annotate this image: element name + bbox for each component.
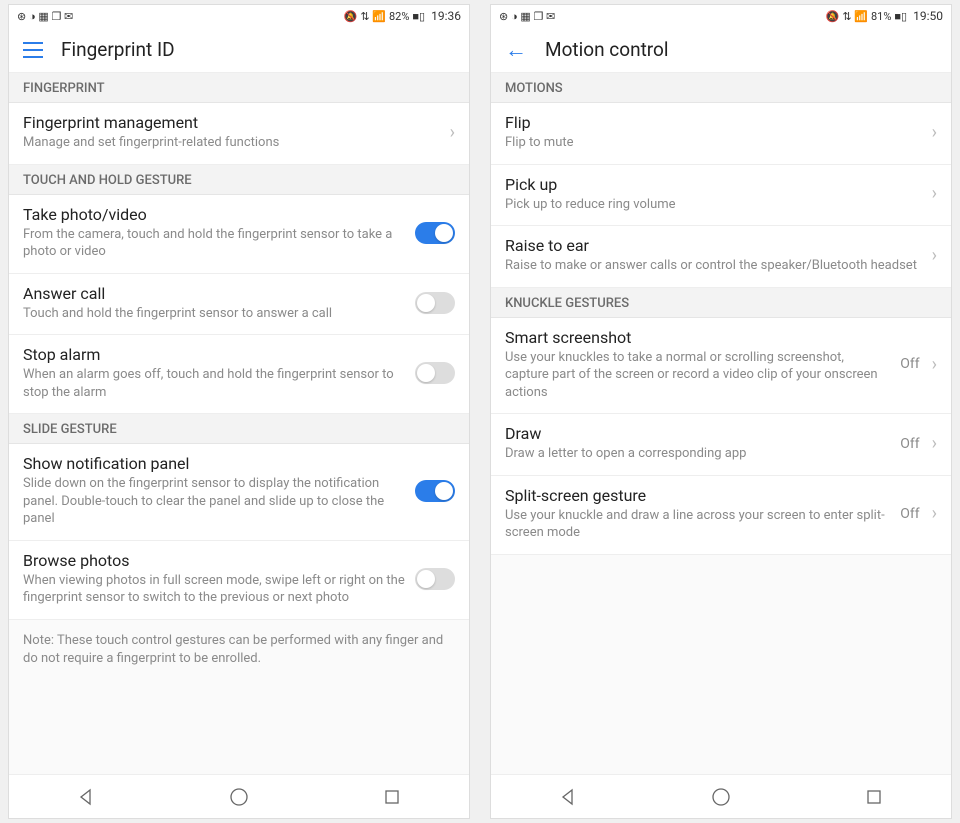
toggle-switch[interactable]	[415, 362, 455, 384]
row-stop-alarm[interactable]: Stop alarm When an alarm goes off, touch…	[9, 335, 469, 414]
row-browse-photos[interactable]: Browse photos When viewing photos in ful…	[9, 541, 469, 620]
content-area: MOTIONS Flip Flip to mute › Pick up Pick…	[491, 73, 951, 774]
row-raise-to-ear[interactable]: Raise to ear Raise to make or answer cal…	[491, 226, 951, 288]
row-split-screen[interactable]: Split-screen gesture Use your knuckle an…	[491, 476, 951, 555]
toggle-switch[interactable]	[415, 568, 455, 590]
content-area: FINGERPRINT Fingerprint management Manag…	[9, 73, 469, 774]
status-bar: ⊛ ◑ ▦ ❐ ✉ 🔕 ⇅ 📶 82% ■▯ 19:36	[9, 5, 469, 27]
status-right-icons: 🔕 ⇅ 📶 82% ■▯ 19:36	[344, 9, 461, 23]
row-value: Off	[900, 356, 919, 372]
system-navbar	[9, 774, 469, 818]
nav-back-button[interactable]	[558, 787, 578, 807]
section-header: MOTIONS	[491, 73, 951, 103]
status-bar: ⊛ ◑ ▦ ❐ ✉ 🔕 ⇅ 📶 81% ■▯ 19:50	[491, 5, 951, 27]
app-header: Fingerprint ID	[9, 27, 469, 73]
page-title: Fingerprint ID	[61, 38, 175, 61]
nav-home-button[interactable]	[711, 787, 731, 807]
toggle-switch[interactable]	[415, 292, 455, 314]
row-answer-call[interactable]: Answer call Touch and hold the fingerpri…	[9, 274, 469, 336]
section-header: KNUCKLE GESTURES	[491, 288, 951, 318]
chevron-right-icon: ›	[932, 183, 937, 204]
row-draw[interactable]: Draw Draw a letter to open a correspondi…	[491, 414, 951, 476]
nav-home-button[interactable]	[229, 787, 249, 807]
back-arrow-icon[interactable]: ←	[505, 37, 527, 63]
toggle-switch[interactable]	[415, 480, 455, 502]
footer-note: Note: These touch control gestures can b…	[9, 620, 469, 680]
chevron-right-icon: ›	[450, 122, 455, 143]
status-left-icons: ⊛ ◑ ▦ ❐ ✉	[499, 10, 555, 23]
chevron-right-icon: ›	[932, 433, 937, 454]
row-notification-panel[interactable]: Show notification panel Slide down on th…	[9, 444, 469, 541]
status-right-icons: 🔕 ⇅ 📶 81% ■▯ 19:50	[826, 9, 943, 23]
row-value: Off	[900, 436, 919, 452]
app-header: ← Motion control	[491, 27, 951, 73]
row-value: Off	[900, 506, 919, 522]
chevron-right-icon: ›	[932, 122, 937, 143]
status-left-icons: ⊛ ◑ ▦ ❐ ✉	[17, 10, 73, 23]
hamburger-icon[interactable]	[23, 42, 43, 58]
section-header: TOUCH AND HOLD GESTURE	[9, 165, 469, 195]
row-smart-screenshot[interactable]: Smart screenshot Use your knuckles to ta…	[491, 318, 951, 415]
phone-right: ⊛ ◑ ▦ ❐ ✉ 🔕 ⇅ 📶 81% ■▯ 19:50 ← Motion co…	[490, 4, 952, 819]
row-fingerprint-management[interactable]: Fingerprint management Manage and set fi…	[9, 103, 469, 165]
row-flip[interactable]: Flip Flip to mute ›	[491, 103, 951, 165]
row-take-photo[interactable]: Take photo/video From the camera, touch …	[9, 195, 469, 274]
chevron-right-icon: ›	[932, 354, 937, 375]
section-header: FINGERPRINT	[9, 73, 469, 103]
nav-back-button[interactable]	[76, 787, 96, 807]
toggle-switch[interactable]	[415, 222, 455, 244]
chevron-right-icon: ›	[932, 503, 937, 524]
nav-recent-button[interactable]	[382, 787, 402, 807]
section-header: SLIDE GESTURE	[9, 414, 469, 444]
phone-left: ⊛ ◑ ▦ ❐ ✉ 🔕 ⇅ 📶 82% ■▯ 19:36 Fingerprint…	[8, 4, 470, 819]
nav-recent-button[interactable]	[864, 787, 884, 807]
chevron-right-icon: ›	[932, 245, 937, 266]
system-navbar	[491, 774, 951, 818]
page-title: Motion control	[545, 38, 669, 61]
row-pick-up[interactable]: Pick up Pick up to reduce ring volume ›	[491, 165, 951, 227]
